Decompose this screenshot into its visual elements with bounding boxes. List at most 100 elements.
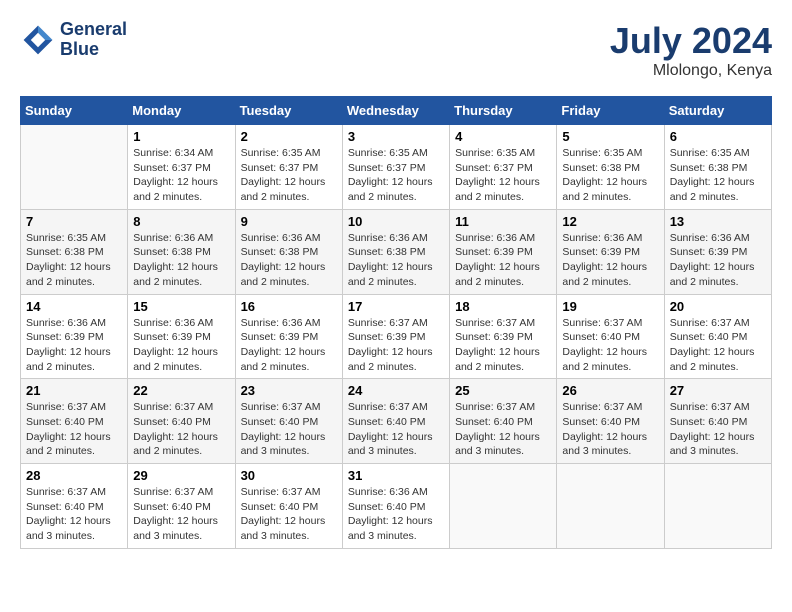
day-number: 30 <box>241 468 337 483</box>
day-number: 26 <box>562 383 658 398</box>
week-row-5: 28 Sunrise: 6:37 AMSunset: 6:40 PMDayligh… <box>21 464 772 549</box>
day-info: Sunrise: 6:36 AMSunset: 6:38 PMDaylight:… <box>133 231 229 290</box>
day-number: 13 <box>670 214 766 229</box>
day-number: 14 <box>26 299 122 314</box>
week-row-2: 7 Sunrise: 6:35 AMSunset: 6:38 PMDaylight… <box>21 209 772 294</box>
day-info: Sunrise: 6:37 AMSunset: 6:40 PMDaylight:… <box>670 316 766 375</box>
calendar-cell: 15Sunrise: 6:36 AMSunset: 6:39 PMDayligh… <box>128 294 235 379</box>
week-row-3: 14 Sunrise: 6:36 AMSunset: 6:39 PMDayligh… <box>21 294 772 379</box>
logo-icon <box>20 22 56 58</box>
calendar-cell: 13 Sunrise: 6:36 AMSunset: 6:39 PMDayligh… <box>664 209 771 294</box>
calendar-cell <box>21 125 128 210</box>
day-number: 23 <box>241 383 337 398</box>
day-info: Sunrise: 6:36 AMSunset: 6:39 PMDaylight:… <box>670 231 766 290</box>
title-block: July 2024 Mlolongo, Kenya <box>610 20 772 80</box>
day-info: Sunrise: 6:35 AMSunset: 6:37 PMDaylight:… <box>455 146 551 205</box>
day-number: 31 <box>348 468 444 483</box>
weekday-header-saturday: Saturday <box>664 97 771 125</box>
calendar-table: SundayMondayTuesdayWednesdayThursdayFrid… <box>20 96 772 549</box>
month-title: July 2024 <box>610 20 772 62</box>
day-number: 9 <box>241 214 337 229</box>
weekday-header-thursday: Thursday <box>450 97 557 125</box>
day-info: Sunrise: 6:35 AMSunset: 6:37 PMDaylight:… <box>241 146 337 205</box>
calendar-cell: 21Sunrise: 6:37 AMSunset: 6:40 PMDayligh… <box>21 379 128 464</box>
day-info: Sunrise: 6:37 AMSunset: 6:40 PMDaylight:… <box>455 400 551 459</box>
calendar-cell: 6 Sunrise: 6:35 AMSunset: 6:38 PMDaylight… <box>664 125 771 210</box>
calendar-cell: 8 Sunrise: 6:36 AMSunset: 6:38 PMDaylight… <box>128 209 235 294</box>
day-number: 2 <box>241 129 337 144</box>
calendar-cell: 4 Sunrise: 6:35 AMSunset: 6:37 PMDaylight… <box>450 125 557 210</box>
day-number: 4 <box>455 129 551 144</box>
calendar-cell: 18Sunrise: 6:37 AMSunset: 6:39 PMDayligh… <box>450 294 557 379</box>
day-info: Sunrise: 6:37 AMSunset: 6:40 PMDaylight:… <box>26 485 122 544</box>
day-info: Sunrise: 6:37 AMSunset: 6:40 PMDaylight:… <box>133 485 229 544</box>
day-info: Sunrise: 6:37 AMSunset: 6:40 PMDaylight:… <box>241 485 337 544</box>
calendar-cell: 11 Sunrise: 6:36 AMSunset: 6:39 PMDayligh… <box>450 209 557 294</box>
day-info: Sunrise: 6:34 AMSunset: 6:37 PMDaylight:… <box>133 146 229 205</box>
calendar-cell: 9 Sunrise: 6:36 AMSunset: 6:38 PMDaylight… <box>235 209 342 294</box>
calendar-cell <box>664 464 771 549</box>
calendar-cell: 1 Sunrise: 6:34 AMSunset: 6:37 PMDaylight… <box>128 125 235 210</box>
calendar-cell: 2 Sunrise: 6:35 AMSunset: 6:37 PMDaylight… <box>235 125 342 210</box>
calendar-cell: 5 Sunrise: 6:35 AMSunset: 6:38 PMDaylight… <box>557 125 664 210</box>
day-info: Sunrise: 6:35 AMSunset: 6:38 PMDaylight:… <box>670 146 766 205</box>
day-number: 6 <box>670 129 766 144</box>
calendar-cell: 31 Sunrise: 6:36 AMSunset: 6:40 PMDayligh… <box>342 464 449 549</box>
day-info: Sunrise: 6:37 AMSunset: 6:40 PMDaylight:… <box>26 400 122 459</box>
day-number: 10 <box>348 214 444 229</box>
day-number: 20 <box>670 299 766 314</box>
day-number: 1 <box>133 129 229 144</box>
calendar-cell: 30 Sunrise: 6:37 AMSunset: 6:40 PMDayligh… <box>235 464 342 549</box>
day-number: 22 <box>133 383 229 398</box>
day-number: 19 <box>562 299 658 314</box>
week-row-4: 21Sunrise: 6:37 AMSunset: 6:40 PMDayligh… <box>21 379 772 464</box>
day-number: 7 <box>26 214 122 229</box>
weekday-header-friday: Friday <box>557 97 664 125</box>
day-number: 8 <box>133 214 229 229</box>
day-info: Sunrise: 6:36 AMSunset: 6:39 PMDaylight:… <box>26 316 122 375</box>
day-number: 18 <box>455 299 551 314</box>
day-info: Sunrise: 6:36 AMSunset: 6:39 PMDaylight:… <box>562 231 658 290</box>
calendar-cell: 28 Sunrise: 6:37 AMSunset: 6:40 PMDayligh… <box>21 464 128 549</box>
day-info: Sunrise: 6:35 AMSunset: 6:38 PMDaylight:… <box>26 231 122 290</box>
calendar-cell <box>450 464 557 549</box>
calendar-cell: 20 Sunrise: 6:37 AMSunset: 6:40 PMDayligh… <box>664 294 771 379</box>
calendar-cell: 12Sunrise: 6:36 AMSunset: 6:39 PMDayligh… <box>557 209 664 294</box>
weekday-header-monday: Monday <box>128 97 235 125</box>
day-number: 25 <box>455 383 551 398</box>
day-info: Sunrise: 6:37 AMSunset: 6:40 PMDaylight:… <box>348 400 444 459</box>
week-row-1: 1 Sunrise: 6:34 AMSunset: 6:37 PMDaylight… <box>21 125 772 210</box>
day-number: 15 <box>133 299 229 314</box>
day-number: 5 <box>562 129 658 144</box>
day-info: Sunrise: 6:36 AMSunset: 6:38 PMDaylight:… <box>241 231 337 290</box>
calendar-cell: 16Sunrise: 6:36 AMSunset: 6:39 PMDayligh… <box>235 294 342 379</box>
weekday-header-sunday: Sunday <box>21 97 128 125</box>
day-number: 28 <box>26 468 122 483</box>
day-info: Sunrise: 6:36 AMSunset: 6:40 PMDaylight:… <box>348 485 444 544</box>
logo-text: General Blue <box>60 20 127 60</box>
calendar-cell: 10 Sunrise: 6:36 AMSunset: 6:38 PMDayligh… <box>342 209 449 294</box>
day-info: Sunrise: 6:37 AMSunset: 6:40 PMDaylight:… <box>133 400 229 459</box>
calendar-cell: 23 Sunrise: 6:37 AMSunset: 6:40 PMDayligh… <box>235 379 342 464</box>
calendar-cell: 25 Sunrise: 6:37 AMSunset: 6:40 PMDayligh… <box>450 379 557 464</box>
day-info: Sunrise: 6:35 AMSunset: 6:37 PMDaylight:… <box>348 146 444 205</box>
calendar-cell: 29 Sunrise: 6:37 AMSunset: 6:40 PMDayligh… <box>128 464 235 549</box>
day-info: Sunrise: 6:36 AMSunset: 6:38 PMDaylight:… <box>348 231 444 290</box>
day-info: Sunrise: 6:37 AMSunset: 6:40 PMDaylight:… <box>241 400 337 459</box>
calendar-cell: 17 Sunrise: 6:37 AMSunset: 6:39 PMDayligh… <box>342 294 449 379</box>
day-number: 16 <box>241 299 337 314</box>
day-info: Sunrise: 6:37 AMSunset: 6:40 PMDaylight:… <box>670 400 766 459</box>
calendar-cell: 24Sunrise: 6:37 AMSunset: 6:40 PMDayligh… <box>342 379 449 464</box>
location: Mlolongo, Kenya <box>610 62 772 80</box>
day-number: 17 <box>348 299 444 314</box>
day-info: Sunrise: 6:35 AMSunset: 6:38 PMDaylight:… <box>562 146 658 205</box>
calendar-cell <box>557 464 664 549</box>
page-header: General Blue July 2024 Mlolongo, Kenya <box>20 20 772 80</box>
calendar-cell: 22 Sunrise: 6:37 AMSunset: 6:40 PMDayligh… <box>128 379 235 464</box>
day-number: 29 <box>133 468 229 483</box>
day-info: Sunrise: 6:37 AMSunset: 6:40 PMDaylight:… <box>562 316 658 375</box>
day-info: Sunrise: 6:37 AMSunset: 6:39 PMDaylight:… <box>348 316 444 375</box>
day-info: Sunrise: 6:36 AMSunset: 6:39 PMDaylight:… <box>455 231 551 290</box>
weekday-header-row: SundayMondayTuesdayWednesdayThursdayFrid… <box>21 97 772 125</box>
day-number: 11 <box>455 214 551 229</box>
